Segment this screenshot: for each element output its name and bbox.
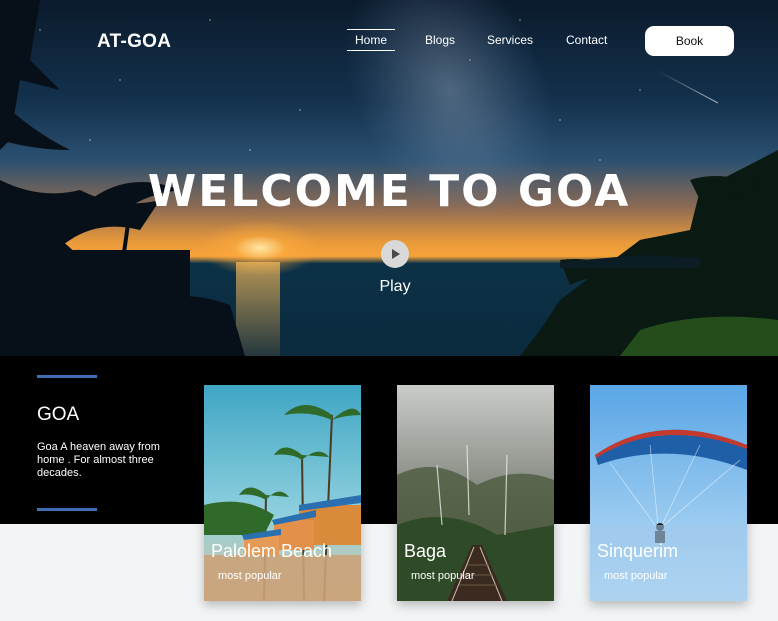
- card-subtitle: most popular: [218, 570, 282, 582]
- book-button[interactable]: Book: [645, 26, 734, 56]
- destination-card-sinquerim[interactable]: Sinquerim most popular: [590, 385, 747, 601]
- destination-card-baga[interactable]: Baga most popular: [397, 385, 554, 601]
- card-title: Sinquerim: [597, 541, 679, 561]
- nav-home-indicator-top: [347, 29, 396, 30]
- nav-home[interactable]: Home: [347, 29, 396, 51]
- card-title: Palolem Beach: [211, 541, 333, 561]
- nav-home-indicator-bottom: [347, 50, 396, 51]
- accent-line-bottom: [37, 508, 97, 511]
- nav-services[interactable]: Services: [487, 33, 533, 47]
- card-caption-overlay: [590, 525, 747, 601]
- nav-blogs[interactable]: Blogs: [425, 33, 455, 47]
- intro-description: Goa A heaven away from home . For almost…: [37, 441, 160, 479]
- card-title: Baga: [404, 541, 447, 561]
- nav-contact[interactable]: Contact: [566, 33, 607, 47]
- play-label[interactable]: Play: [0, 278, 778, 296]
- site-logo[interactable]: AT-GOA: [97, 31, 171, 53]
- card-subtitle: most popular: [604, 570, 668, 582]
- play-icon: [392, 249, 400, 259]
- intro-heading: GOA: [37, 404, 80, 425]
- baga-image: [397, 385, 554, 601]
- play-button[interactable]: [381, 240, 409, 268]
- palolem-beach-image: [204, 385, 361, 601]
- nav-home-label: Home: [355, 33, 388, 47]
- card-subtitle: most popular: [411, 570, 475, 582]
- accent-line-top: [37, 375, 97, 378]
- hero-banner: AT-GOA Home Blogs Services Contact Book …: [0, 0, 778, 356]
- destination-card-palolem[interactable]: Palolem Beach most popular: [204, 385, 361, 601]
- hero-title: WELCOME TO GOA: [147, 166, 631, 217]
